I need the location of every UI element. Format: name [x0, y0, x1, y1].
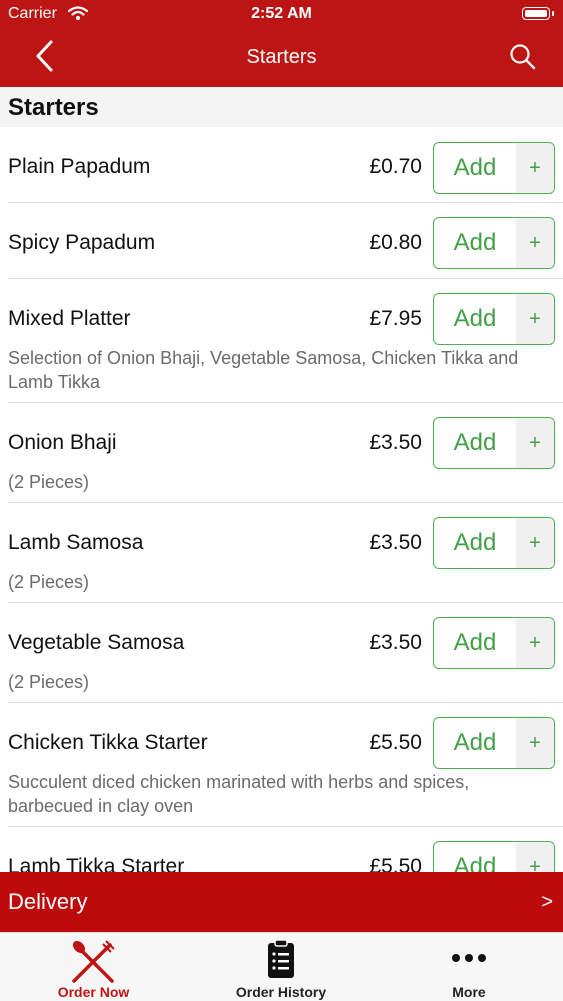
- item-name: Onion Bhaji: [8, 431, 117, 454]
- menu-item: Plain Papadum £0.70 Add +: [0, 127, 563, 203]
- add-button[interactable]: Add +: [433, 217, 555, 269]
- add-button[interactable]: Add +: [433, 142, 555, 194]
- add-button[interactable]: Add +: [433, 517, 555, 569]
- item-description: Selection of Onion Bhaji, Vegetable Samo…: [8, 348, 519, 392]
- menu-item: Lamb Samosa £3.50 Add + (2 Pieces): [0, 503, 563, 603]
- item-name: Chicken Tikka Starter: [8, 731, 208, 754]
- tab-order-now[interactable]: Order Now: [0, 933, 187, 1001]
- plus-icon: +: [516, 218, 554, 268]
- add-label: Add: [453, 229, 497, 256]
- tab-label: Order History: [235, 984, 327, 1000]
- item-description: Succulent diced chicken marinated with h…: [8, 772, 470, 816]
- clipboard-list-icon: [268, 939, 294, 978]
- add-label: Add: [453, 305, 497, 332]
- menu-item: Vegetable Samosa £3.50 Add + (2 Pieces): [0, 603, 563, 703]
- add-button[interactable]: Add +: [433, 293, 555, 345]
- add-button[interactable]: Add +: [433, 841, 555, 872]
- item-name: Vegetable Samosa: [8, 631, 185, 654]
- item-price: £3.50: [369, 431, 422, 454]
- add-label: Add: [453, 853, 497, 872]
- item-description: (2 Pieces): [8, 672, 90, 692]
- nav-header: Carrier 2:52 AM Starters: [0, 0, 563, 87]
- add-button[interactable]: Add +: [433, 417, 555, 469]
- item-price: £3.50: [369, 631, 422, 654]
- menu-item: Mixed Platter £7.95 Add + Selection of O…: [0, 279, 563, 403]
- plus-icon: +: [516, 618, 554, 668]
- chevron-right-icon: >: [541, 891, 553, 913]
- menu-item: Lamb Tikka Starter £5.50 Add +: [0, 827, 563, 872]
- status-time: 2:52 AM: [251, 5, 312, 22]
- plus-icon: +: [516, 294, 554, 344]
- add-label: Add: [453, 529, 497, 556]
- plus-icon: +: [516, 418, 554, 468]
- item-price: £3.50: [369, 531, 422, 554]
- tab-order-history[interactable]: Order History: [187, 933, 375, 1001]
- add-label: Add: [453, 429, 497, 456]
- item-description: (2 Pieces): [8, 472, 90, 492]
- delivery-label: Delivery: [8, 889, 88, 914]
- section-title: Starters: [8, 94, 99, 121]
- add-button[interactable]: Add +: [433, 717, 555, 769]
- more-dots-icon: [452, 954, 486, 962]
- fork-knife-icon: [72, 940, 115, 983]
- search-icon[interactable]: [508, 42, 538, 72]
- item-price: £0.70: [369, 155, 422, 178]
- add-label: Add: [453, 629, 497, 656]
- item-description: (2 Pieces): [8, 572, 90, 592]
- plus-icon: +: [516, 518, 554, 568]
- tab-more[interactable]: More: [375, 933, 563, 1001]
- plus-icon: +: [516, 143, 554, 193]
- menu-item: Spicy Papadum £0.80 Add +: [0, 203, 563, 279]
- menu-item: Onion Bhaji £3.50 Add + (2 Pieces): [0, 403, 563, 503]
- status-bar: Carrier 2:52 AM: [0, 0, 563, 30]
- item-price: £0.80: [369, 231, 422, 254]
- delivery-bar[interactable]: Delivery >: [0, 872, 563, 932]
- menu-list[interactable]: Plain Papadum £0.70 Add + Spicy Papadum …: [0, 127, 563, 872]
- page-title: Starters: [246, 46, 317, 68]
- item-name: Lamb Tikka Starter: [8, 855, 185, 872]
- tab-label: Order Now: [57, 984, 130, 1000]
- item-price: £5.50: [369, 855, 422, 872]
- item-price: £7.95: [369, 307, 422, 330]
- add-button[interactable]: Add +: [433, 617, 555, 669]
- plus-icon: +: [516, 842, 554, 872]
- item-name: Plain Papadum: [8, 155, 151, 178]
- plus-icon: +: [516, 718, 554, 768]
- tab-label: More: [452, 984, 486, 1000]
- item-name: Spicy Papadum: [8, 231, 156, 254]
- battery-icon: [522, 7, 554, 20]
- tab-bar: Order Now Order History More: [0, 932, 563, 1001]
- menu-item: Chicken Tikka Starter £5.50 Add + Succul…: [0, 703, 563, 827]
- item-name: Lamb Samosa: [8, 531, 144, 554]
- item-price: £5.50: [369, 731, 422, 754]
- add-label: Add: [453, 729, 497, 756]
- item-name: Mixed Platter: [8, 307, 131, 330]
- section-header: Starters: [0, 87, 563, 127]
- add-label: Add: [453, 154, 497, 181]
